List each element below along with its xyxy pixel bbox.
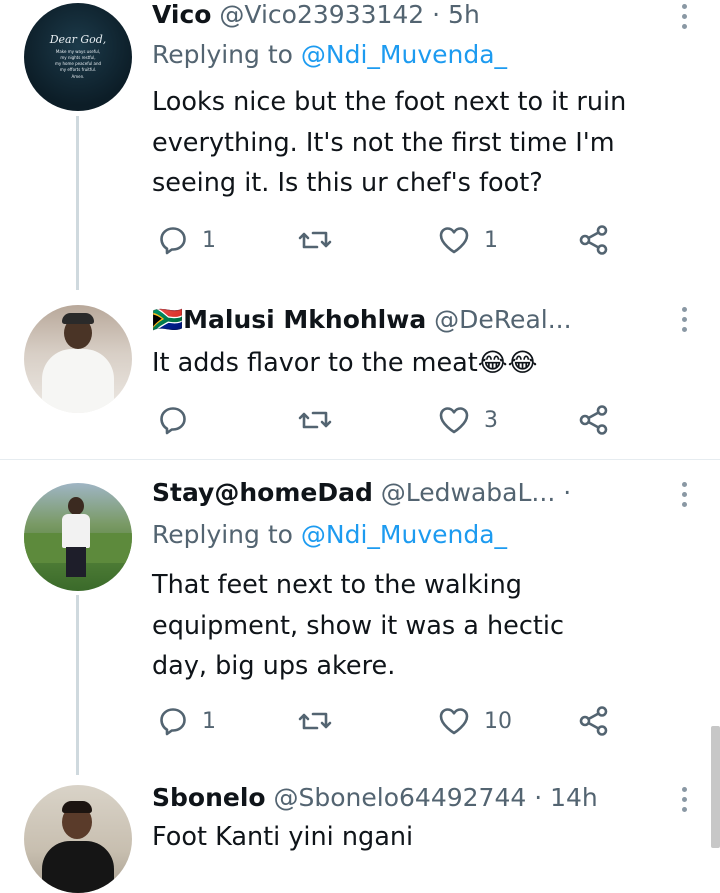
avatar-card: Dear God, Make my ways useful, my nights… — [46, 33, 110, 103]
replying-label: Replying to — [152, 520, 301, 549]
share-icon — [578, 224, 610, 256]
replying-handle[interactable]: @Ndi_Muvenda_ — [301, 40, 507, 69]
reply-count: 1 — [202, 227, 216, 253]
reply-icon — [158, 225, 188, 255]
tweet-header: 🇿🇦Malusi Mkhohlwa @DeReal... · 4h — [152, 305, 580, 341]
avatar[interactable]: Dear God, Make my ways useful, my nights… — [24, 3, 132, 111]
like-icon — [438, 225, 470, 255]
like-count: 3 — [484, 407, 498, 433]
replying-to: Replying to @Ndi_Muvenda_ — [152, 520, 507, 549]
reply-icon — [158, 405, 188, 435]
avatar-card-line: Amen. — [71, 74, 85, 79]
retweet-icon — [298, 706, 332, 736]
replying-label: Replying to — [152, 40, 301, 69]
action-bar: 1 10 — [152, 701, 622, 741]
avatar-card-title: Dear God, — [49, 33, 107, 46]
handle-time: @Vico23933142 · 5h — [211, 0, 480, 29]
avatar[interactable] — [24, 785, 132, 893]
share-icon — [578, 404, 610, 436]
like-button[interactable]: 1 — [438, 220, 498, 260]
avatar-pants — [66, 547, 86, 577]
like-button[interactable]: 3 — [438, 400, 498, 440]
avatar-cap — [62, 313, 94, 324]
handle-time: @Sbonelo64492744 · 14h — [265, 783, 598, 812]
share-button[interactable] — [578, 220, 610, 260]
avatar-shirt — [62, 514, 90, 548]
reply-button[interactable]: 1 — [158, 701, 216, 741]
handle: @DeReal... · 4h — [434, 305, 580, 334]
reply-count: 1 — [202, 708, 216, 734]
like-count: 10 — [484, 708, 512, 734]
retweet-icon — [298, 225, 332, 255]
tweet-header: Sbonelo @Sbonelo64492744 · 14h — [152, 783, 676, 819]
tweet-text: That feet next to the walking equipment,… — [152, 570, 564, 681]
thread-line — [76, 116, 79, 290]
flag-icon: 🇿🇦 — [152, 305, 184, 334]
display-name[interactable]: Sbonelo — [152, 783, 266, 812]
tweet-text: Looks nice but the foot next to it ruin … — [152, 87, 627, 198]
retweet-button[interactable] — [298, 220, 346, 260]
tweet-malusi[interactable]: 🇿🇦Malusi Mkhohlwa @DeReal... · 4h It add… — [0, 295, 720, 459]
action-bar: 3 — [152, 400, 622, 440]
avatar-head — [68, 497, 84, 515]
replying-handle[interactable]: @Ndi_Muvenda_ — [301, 520, 507, 549]
like-button[interactable]: 10 — [438, 701, 512, 741]
reply-button[interactable]: 1 — [158, 220, 216, 260]
more-icon[interactable] — [680, 482, 688, 507]
display-name[interactable]: Stay@homeDad — [152, 478, 373, 507]
avatar-hair — [62, 801, 92, 813]
replying-to: Replying to @Ndi_Muvenda_ — [152, 40, 507, 69]
thread-line — [76, 595, 79, 775]
tweet-header: Stay@homeDad @LedwabaL... · 16h — [152, 478, 580, 514]
tweet-text: Foot Kanti yini ngani — [152, 822, 414, 852]
display-name[interactable]: Vico — [152, 0, 211, 29]
more-icon[interactable] — [680, 4, 688, 29]
avatar[interactable] — [24, 305, 132, 413]
more-icon[interactable] — [680, 787, 688, 812]
divider — [0, 459, 720, 460]
retweet-button[interactable] — [298, 400, 346, 440]
more-icon[interactable] — [680, 307, 688, 332]
share-button[interactable] — [578, 701, 610, 741]
tweet-sbonelo[interactable]: Sbonelo @Sbonelo64492744 · 14h Foot Kant… — [0, 775, 720, 893]
reply-icon — [158, 706, 188, 736]
share-icon — [578, 705, 610, 737]
share-button[interactable] — [578, 400, 610, 440]
retweet-button[interactable] — [298, 701, 346, 741]
tweet-header: Vico @Vico23933142 · 5h — [152, 0, 676, 36]
action-bar: 1 1 — [152, 220, 622, 260]
tweet-text: It adds flavor to the meat😂😂 — [152, 348, 538, 378]
like-icon — [438, 706, 470, 736]
tweet-vico[interactable]: Dear God, Make my ways useful, my nights… — [0, 0, 720, 295]
tweet-stayhomedad[interactable]: Stay@homeDad @LedwabaL... · 16h Replying… — [0, 475, 720, 775]
retweet-icon — [298, 405, 332, 435]
like-count: 1 — [484, 227, 498, 253]
display-name[interactable]: Malusi Mkhohlwa — [183, 305, 426, 334]
avatar[interactable] — [24, 483, 132, 591]
avatar-shirt — [42, 349, 114, 413]
like-icon — [438, 405, 470, 435]
reply-button[interactable] — [158, 400, 202, 440]
scrollbar[interactable] — [711, 726, 720, 848]
handle: @LedwabaL... · 16h — [380, 478, 580, 507]
avatar-shirt — [42, 841, 114, 893]
